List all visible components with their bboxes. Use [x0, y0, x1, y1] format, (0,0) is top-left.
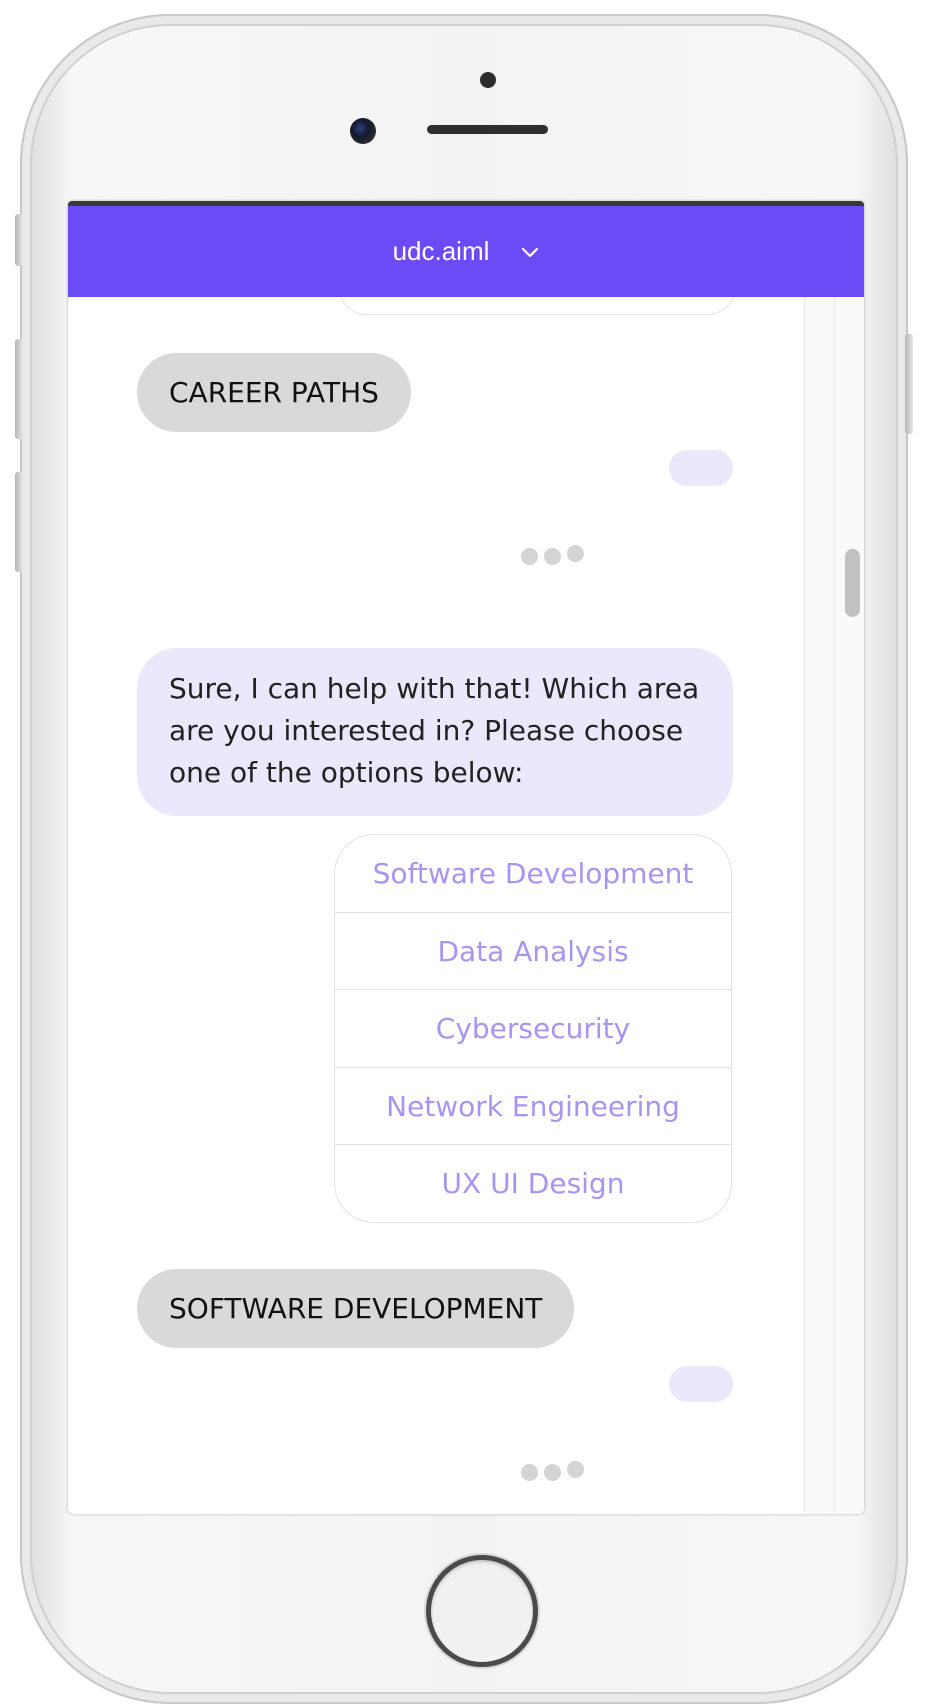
home-button[interactable]	[426, 1555, 538, 1667]
typing-indicator	[521, 545, 601, 565]
message-status-pill	[669, 450, 733, 486]
user-message-text: CAREER PATHS	[169, 376, 379, 409]
option-data-analysis[interactable]: Data Analysis	[334, 911, 732, 991]
option-label: Data Analysis	[437, 934, 629, 968]
header-title: udc.aiml	[392, 236, 490, 266]
power-button	[905, 334, 913, 434]
option-software-development[interactable]: Software Development	[334, 834, 732, 913]
typing-indicator	[521, 1461, 601, 1481]
bot-message-bubble: Sure, I can help with that! Which area a…	[137, 648, 733, 816]
typing-dot	[521, 548, 538, 565]
user-message-text: SOFTWARE DEVELOPMENT	[169, 1292, 543, 1325]
quick-reply-options: Software Development Data Analysis Cyber…	[334, 834, 732, 1223]
front-camera-icon	[350, 118, 376, 144]
previous-message-bubble	[338, 297, 736, 315]
scrollbar-thumb[interactable]	[845, 549, 860, 617]
option-label: UX UI Design	[441, 1167, 625, 1200]
bot-message-text: Sure, I can help with that! Which area a…	[169, 672, 700, 789]
chat-screen: udc.aiml CAREER PATHS Sure, I can help w…	[68, 201, 864, 1514]
volume-down-button	[15, 472, 23, 572]
option-ux-ui-design[interactable]: UX UI Design	[334, 1144, 732, 1223]
proximity-sensor	[480, 72, 496, 88]
chat-header: udc.aiml	[68, 206, 864, 297]
scrollbar-track[interactable]	[804, 297, 864, 1514]
typing-dot	[544, 1464, 561, 1481]
message-status-pill	[669, 1366, 733, 1402]
scrollbar-divider	[834, 297, 835, 1514]
typing-dot	[567, 1461, 584, 1478]
silent-switch	[15, 214, 23, 266]
option-network-engineering[interactable]: Network Engineering	[334, 1066, 732, 1146]
user-message-bubble: SOFTWARE DEVELOPMENT	[137, 1269, 575, 1348]
typing-dot	[567, 545, 584, 562]
user-message-bubble: CAREER PATHS	[137, 353, 411, 432]
option-cybersecurity[interactable]: Cybersecurity	[334, 989, 732, 1068]
typing-dot	[521, 1464, 538, 1481]
chevron-down-icon[interactable]	[521, 243, 539, 261]
option-label: Software Development	[372, 857, 694, 890]
message-list[interactable]: CAREER PATHS Sure, I can help with that!…	[68, 297, 804, 1514]
volume-up-button	[15, 339, 23, 439]
typing-dot	[544, 548, 561, 565]
option-label: Cybersecurity	[435, 1012, 631, 1045]
option-label: Network Engineering	[386, 1089, 680, 1123]
earpiece-speaker	[427, 125, 548, 134]
